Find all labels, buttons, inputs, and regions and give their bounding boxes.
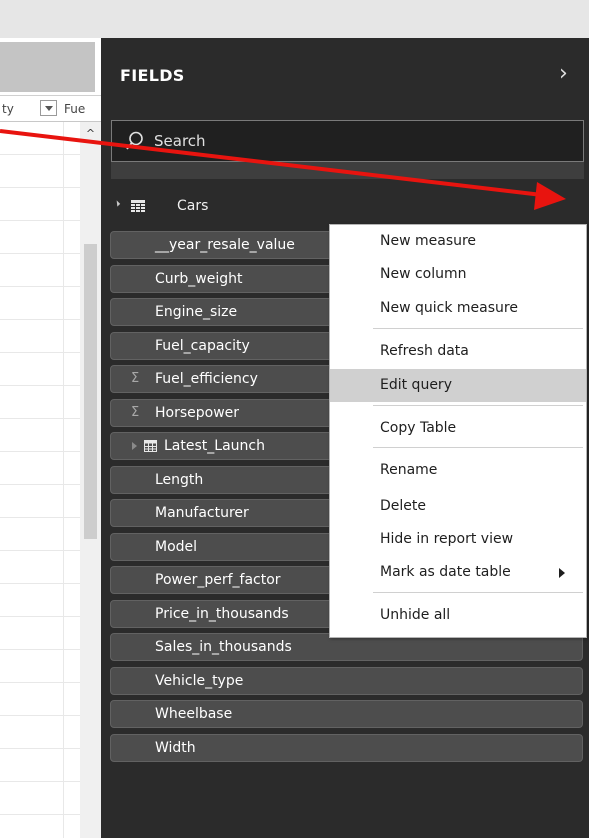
field-label: Vehicle_type [155,672,244,689]
top-toolbar-strip [0,0,589,38]
scroll-up-icon[interactable]: ^ [80,128,101,140]
context-menu-item-label: Edit query [380,377,452,393]
field-label: Width [155,739,196,756]
context-menu-item[interactable]: New measure [330,225,586,258]
column-filter-dropdown-button[interactable] [40,100,57,116]
table-node-cars[interactable]: Cars [111,190,584,222]
field-label: Length [155,471,204,488]
menu-separator [373,405,583,406]
expand-chevron-icon[interactable] [132,442,137,450]
column-header-label[interactable]: ty [2,102,14,116]
context-menu-item[interactable]: Hide in report view [330,523,586,556]
column-header-label[interactable]: Fue [64,102,101,116]
collapse-pane-icon[interactable]: › [559,62,579,86]
context-menu-item[interactable]: Refresh data [330,335,586,368]
field-label: Horsepower [155,404,240,421]
fields-pane-title: FIELDS [120,66,185,85]
context-menu-item-label: Hide in report view [380,531,514,547]
menu-separator [373,328,583,329]
scrollbar-thumb[interactable] [84,244,97,539]
table-icon [131,200,145,212]
field-label: Wheelbase [155,706,233,722]
context-menu-item[interactable]: Edit query [330,369,586,402]
field-item[interactable]: Wheelbase [110,700,583,728]
context-menu-item-label: Copy Table [380,420,457,436]
context-menu-item[interactable]: New quick measure [330,292,586,325]
context-menu-item-label: New column [380,266,467,282]
field-label: Price_in_thousands [155,605,289,622]
context-menu-item-label: Refresh data [380,343,469,359]
vertical-scrollbar[interactable]: ^ [80,122,101,838]
table-tab-strip [0,38,101,96]
field-label: Sales_in_thousands [155,639,292,655]
field-label: Manufacturer [155,505,249,521]
grid-column-divider [63,122,64,838]
pane-divider-stripe [111,162,584,179]
calendar-icon [144,440,157,452]
context-menu-item[interactable]: Copy Table [330,412,586,445]
search-icon [126,131,143,150]
context-menu-item-label: New measure [380,233,477,249]
field-label: Power_perf_factor [155,572,281,588]
field-label: Engine_size [155,304,238,320]
submenu-arrow-icon [559,568,565,578]
sigma-icon: Σ [131,371,140,386]
field-label: __year_resale_value [155,237,295,253]
sigma-icon: Σ [131,404,140,420]
active-table-tab[interactable] [0,42,95,92]
data-grid [0,122,80,838]
field-search-box[interactable] [111,120,584,162]
field-label: Model [155,538,198,555]
menu-separator [373,447,583,448]
field-label: Curb_weight [155,270,243,287]
field-item[interactable]: Width [110,733,583,762]
context-menu-item-label: Unhide all [380,607,451,623]
table-name-label: Cars [177,198,209,214]
context-menu-item-label: Mark as date table [380,564,511,580]
search-input[interactable] [154,127,554,155]
context-menu-item[interactable]: Rename [330,454,586,487]
field-label: Fuel_efficiency [155,371,258,387]
column-header-row: ty Fue [0,96,101,122]
field-item[interactable]: Vehicle_type [110,666,583,695]
context-menu-item[interactable]: Delete [330,490,586,523]
context-menu-item-label: Rename [380,462,438,478]
menu-separator [373,592,583,593]
context-menu-item[interactable]: Mark as date table [330,556,586,589]
context-menu-item-label: Delete [380,498,426,514]
field-label: Latest_Launch [164,438,265,454]
context-menu: New measure New column New quick measure Re… [329,224,587,638]
context-menu-item-label: New quick measure [380,300,518,316]
context-menu-item[interactable]: New column [330,258,586,291]
field-label: Fuel_capacity [155,337,250,354]
expand-caret-icon[interactable] [113,200,121,207]
context-menu-item[interactable]: Unhide all [330,599,586,632]
